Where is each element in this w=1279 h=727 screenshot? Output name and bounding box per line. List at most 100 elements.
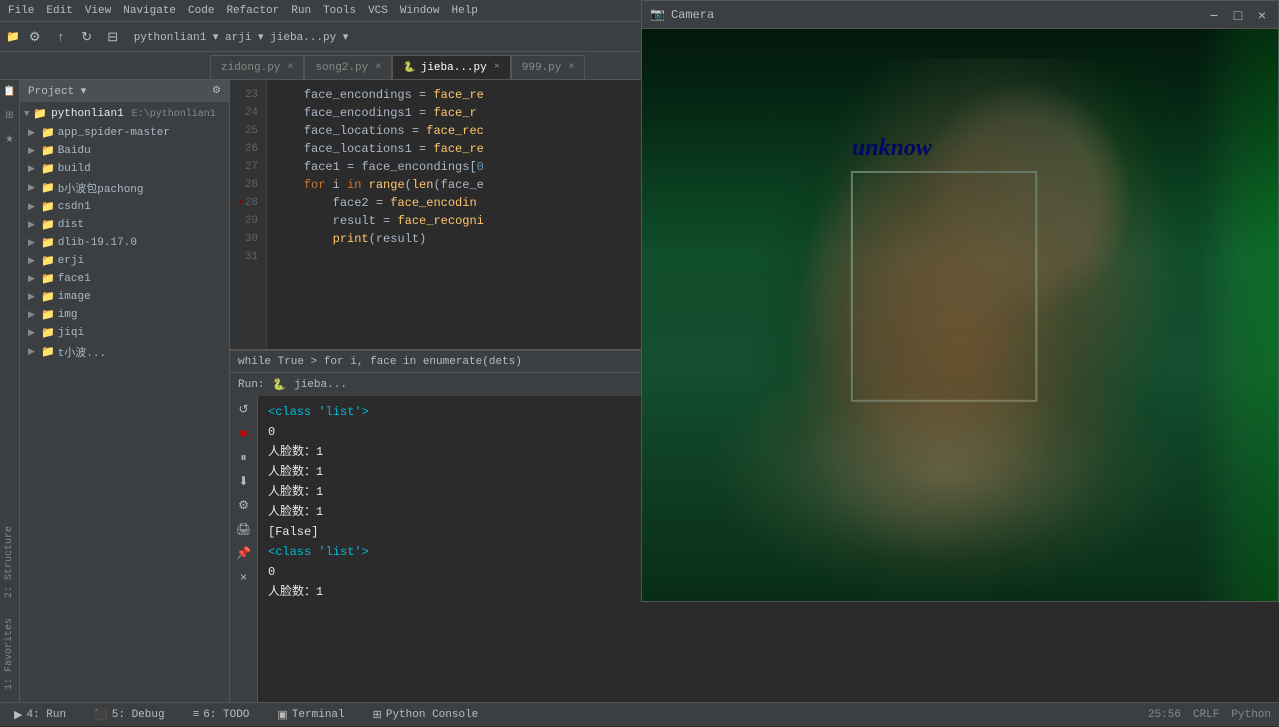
item-label: Baidu [58, 145, 91, 157]
menu-navigate[interactable]: Navigate [123, 5, 176, 17]
item-label: b小波包pachong [58, 180, 144, 196]
tree-root-pythonlian1[interactable]: ▼ 📁 pythonlian1 E:\pythonlian1 [20, 104, 229, 124]
sidebar-item-img[interactable]: ▶ 📁 img [20, 306, 229, 324]
sidebar-item-face1[interactable]: ▶ 📁 face1 [20, 270, 229, 288]
sidebar-item-pachong[interactable]: ▶ 📁 b小波包pachong [20, 178, 229, 198]
python-icon: 🐍 [403, 62, 415, 74]
tab-label: song2.py [315, 62, 368, 74]
menu-file[interactable]: File [8, 5, 34, 17]
sidebar-gear[interactable]: ⚙ [212, 85, 221, 97]
collapse-btn[interactable]: ⊟ [102, 26, 124, 48]
folder-icon: 📁 [41, 272, 55, 286]
menu-run[interactable]: Run [291, 5, 311, 17]
close-run-btn[interactable]: × [233, 566, 255, 588]
folder-icon: 📁 [41, 144, 55, 158]
menu-code[interactable]: Code [188, 5, 214, 17]
tab-close-zidong[interactable]: × [287, 62, 293, 73]
menu-edit[interactable]: Edit [46, 5, 72, 17]
python-console-icon: ⊞ [373, 708, 382, 722]
tab-label: 999.py [522, 62, 562, 74]
favorites-strip[interactable]: ★ [2, 132, 18, 148]
rerun-btn[interactable]: ↺ [233, 398, 255, 420]
arrow-icon: ▶ [28, 183, 38, 193]
sidebar-item-app-spider[interactable]: ▶ 📁 app_spider-master [20, 124, 229, 142]
run-file: jieba... [294, 379, 347, 391]
camera-icon: 📷 [650, 7, 665, 22]
statusbar-debug[interactable]: ⬛ 5: Debug [88, 703, 171, 727]
sidebar-item-erji[interactable]: ▶ 📁 erji [20, 252, 229, 270]
folder-icon: 📁 [41, 345, 55, 359]
statusbar-run[interactable]: ▶ 4: Run [8, 703, 72, 727]
arrow-icon: ▶ [28, 310, 38, 320]
maximize-btn[interactable]: □ [1230, 7, 1246, 23]
sidebar-item-twave[interactable]: ▶ 📁 t小波... [20, 342, 229, 362]
sidebar-header[interactable]: Project ▾ ⚙ [20, 80, 229, 102]
line-num: 30 [238, 230, 258, 248]
tab-zidong[interactable]: zidong.py × [210, 55, 304, 79]
sidebar-item-image[interactable]: ▶ 📁 image [20, 288, 229, 306]
sidebar-title: Project ▾ [28, 84, 86, 98]
menu-window[interactable]: Window [400, 5, 440, 17]
tab-close-jieba[interactable]: × [494, 62, 500, 73]
menu-help[interactable]: Help [452, 5, 478, 17]
item-label: dist [58, 219, 84, 231]
structure-strip[interactable]: ⊞ [2, 108, 18, 124]
sidebar-item-dist[interactable]: ▶ 📁 dist [20, 216, 229, 234]
sidebar-item-dlib[interactable]: ▶ 📁 dlib-19.17.0 [20, 234, 229, 252]
run-icon: ▶ [14, 708, 22, 722]
stop-btn[interactable]: ■ [233, 422, 255, 444]
status-encoding: CRLF [1193, 709, 1219, 721]
arrow-icon: ▶ [28, 164, 38, 174]
statusbar-python-console[interactable]: ⊞ Python Console [367, 703, 485, 727]
scroll-btn[interactable]: ⬇ [233, 470, 255, 492]
camera-dress [706, 344, 1183, 601]
item-label: dlib-19.17.0 [58, 237, 137, 249]
project-strip[interactable]: 📋 [2, 84, 18, 100]
folder-icon: 📁 [41, 236, 55, 250]
pause-btn[interactable]: ⏸ [233, 446, 255, 468]
sidebar-item-csdn1[interactable]: ▶ 📁 csdn1 [20, 198, 229, 216]
line-num: 27 [238, 158, 258, 176]
line-num: 23 [238, 86, 258, 104]
menu-refactor[interactable]: Refactor [226, 5, 279, 17]
tab-label: zidong.py [221, 62, 280, 74]
close-camera-btn[interactable]: × [1254, 7, 1270, 23]
line-num: 31 [238, 248, 258, 266]
breakpoint-icon: ● [238, 194, 243, 212]
sidebar-item-build[interactable]: ▶ 📁 build [20, 160, 229, 178]
arrow-icon: ▶ [28, 128, 38, 138]
refresh-btn[interactable]: ↻ [76, 26, 98, 48]
tab-jieba[interactable]: 🐍 jieba...py × [392, 55, 510, 79]
tab-close-song2[interactable]: × [375, 62, 381, 73]
arrow-icon: ▶ [28, 220, 38, 230]
up-btn[interactable]: ↑ [50, 26, 72, 48]
menu-vcs[interactable]: VCS [368, 5, 388, 17]
sidebar-item-jiqi[interactable]: ▶ 📁 jiqi [20, 324, 229, 342]
tab-close-999[interactable]: × [568, 62, 574, 73]
line-num: 28 [238, 176, 258, 194]
menu-tools[interactable]: Tools [323, 5, 356, 17]
settings-btn[interactable]: ⚙ [24, 26, 46, 48]
statusbar-terminal[interactable]: ▣ Terminal [271, 703, 350, 727]
camera-title: Camera [671, 8, 1206, 22]
item-label: app_spider-master [58, 127, 170, 139]
line-num: 29 [238, 212, 258, 230]
camera-titlebar: 📷 Camera − □ × [642, 1, 1278, 29]
tab-999[interactable]: 999.py × [511, 55, 586, 79]
menu-view[interactable]: View [85, 5, 111, 17]
run-side-panel: ↺ ■ ⏸ ⬇ ⚙ 🖨 📌 × [230, 396, 258, 702]
print-btn[interactable]: 🖨 [233, 518, 255, 540]
line-num: 26 [238, 140, 258, 158]
line-num: 25 [238, 122, 258, 140]
pin-btn[interactable]: 📌 [233, 542, 255, 564]
settings-run-btn[interactable]: ⚙ [233, 494, 255, 516]
item-label: build [58, 163, 91, 175]
minimize-btn[interactable]: − [1206, 7, 1222, 23]
terminal-tab-label: Terminal [292, 709, 345, 721]
arrow-icon: ▶ [28, 238, 38, 248]
sidebar-tree: ▼ 📁 pythonlian1 E:\pythonlian1 ▶ 📁 app_s… [20, 102, 229, 702]
root-path: E:\pythonlian1 [132, 109, 216, 120]
tab-song2[interactable]: song2.py × [304, 55, 392, 79]
sidebar-item-baidu[interactable]: ▶ 📁 Baidu [20, 142, 229, 160]
statusbar-todo[interactable]: ≡ 6: TODO [187, 703, 256, 727]
